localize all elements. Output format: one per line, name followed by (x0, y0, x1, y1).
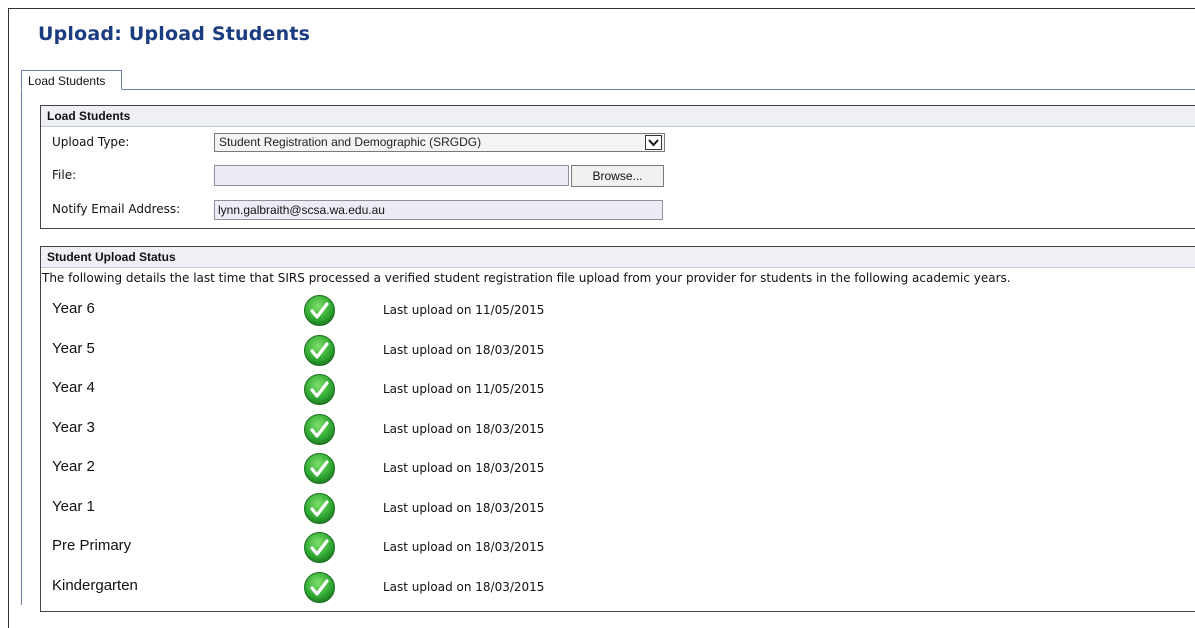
status-row-last-upload: Last upload on 18/03/2015 (383, 343, 545, 357)
tab-divider (21, 89, 1195, 90)
status-row-year: Year 1 (52, 498, 95, 515)
check-circle-icon (303, 334, 336, 367)
status-row-last-upload: Last upload on 18/03/2015 (383, 461, 545, 475)
file-label: File: (52, 168, 77, 182)
status-row-year: Year 4 (52, 379, 95, 396)
student-upload-status-panel: Student Upload Status (40, 246, 1195, 612)
check-circle-icon (303, 413, 336, 446)
notify-email-input[interactable]: lynn.galbraith@scsa.wa.edu.au (214, 200, 663, 220)
tab-load-students[interactable]: Load Students (21, 70, 122, 90)
check-circle-icon (303, 373, 336, 406)
browse-button[interactable]: Browse... (571, 165, 664, 187)
upload-type-label: Upload Type: (52, 135, 130, 149)
notify-email-label: Notify Email Address: (52, 202, 181, 216)
check-circle-icon (303, 531, 336, 564)
upload-type-selected-value: Student Registration and Demographic (SR… (219, 135, 482, 149)
check-circle-icon (303, 294, 336, 327)
status-row-last-upload: Last upload on 18/03/2015 (383, 501, 545, 515)
status-row-last-upload: Last upload on 11/05/2015 (383, 303, 545, 317)
status-description: The following details the last time that… (42, 271, 1011, 285)
status-row-last-upload: Last upload on 18/03/2015 (383, 580, 545, 594)
status-row-year: Year 2 (52, 458, 95, 475)
status-row-last-upload: Last upload on 11/05/2015 (383, 382, 545, 396)
check-circle-icon (303, 571, 336, 604)
student-upload-status-header: Student Upload Status (41, 247, 1195, 268)
tab-content-border (21, 89, 22, 605)
page-title: Upload: Upload Students (38, 23, 311, 45)
chevron-down-icon[interactable] (645, 135, 662, 150)
status-row-last-upload: Last upload on 18/03/2015 (383, 540, 545, 554)
status-row-year: Kindergarten (52, 577, 138, 594)
status-row-year: Year 6 (52, 300, 95, 317)
status-row-year: Year 3 (52, 419, 95, 436)
check-circle-icon (303, 452, 336, 485)
status-row-year: Pre Primary (52, 537, 132, 554)
upload-type-select[interactable]: Student Registration and Demographic (SR… (214, 133, 665, 152)
status-row-last-upload: Last upload on 18/03/2015 (383, 422, 545, 436)
status-row-year: Year 5 (52, 340, 95, 357)
check-circle-icon (303, 492, 336, 525)
file-path-input[interactable] (214, 165, 569, 186)
load-students-panel-header: Load Students (41, 106, 1195, 127)
